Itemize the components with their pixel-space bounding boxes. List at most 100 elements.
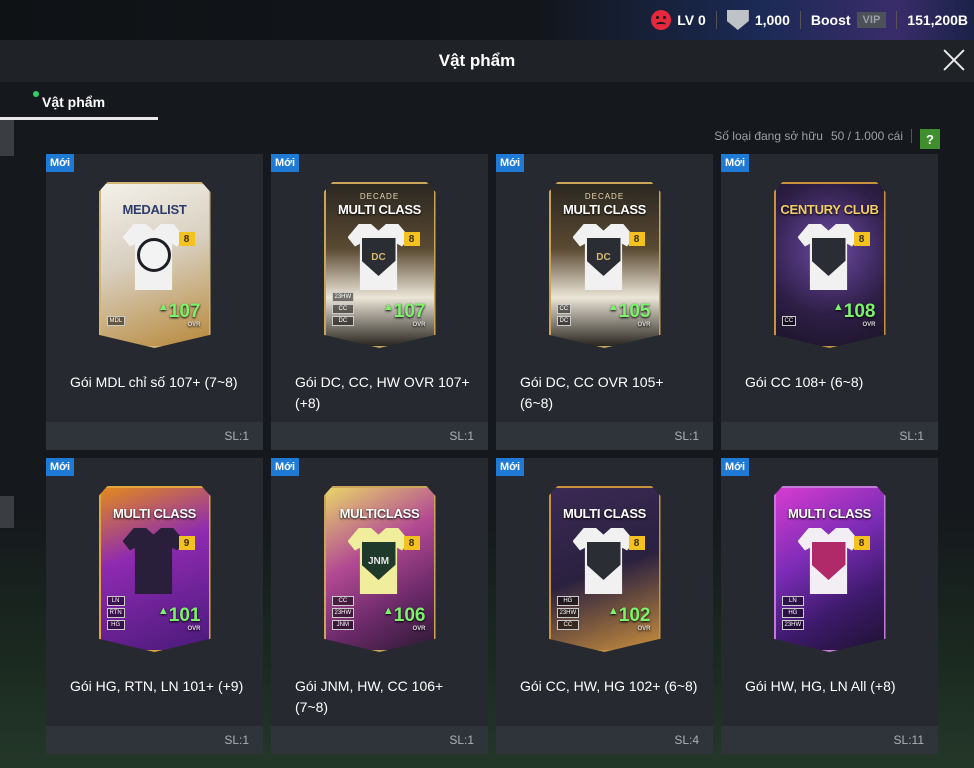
item-card[interactable]: Mới MULTI CLASS 9 LN RTN HG ▲101 OVR Gói … [46, 458, 263, 754]
divider [896, 11, 898, 29]
ovr-value: ▲107 OVR [157, 301, 201, 329]
position-tags: CC DC [556, 304, 572, 326]
pack-card-image: MEDALIST 8 MDL ▲107 OVR [98, 182, 211, 348]
position-tag: CC [556, 304, 572, 314]
page-header: Vật phẩm [0, 40, 974, 82]
shield-icon [726, 10, 749, 30]
new-badge: Mới [496, 154, 525, 172]
ovr-value: ▲107 OVR [382, 301, 426, 329]
item-name: Gói MDL chỉ số 107+ (7~8) [70, 374, 238, 390]
position-tags: HG 23HW CC [556, 596, 580, 630]
item-quantity: SL:1 [46, 422, 263, 450]
item-name: Gói DC, CC, HW OVR 107+ (+8) [295, 374, 470, 411]
new-badge: Mới [721, 154, 750, 172]
level-label: LV 0 [677, 12, 706, 28]
level-indicator[interactable]: LV 0 [651, 10, 706, 30]
card-frame: MULTICLASS JNM 8 CC 23HW JNM ▲106 OVR [323, 486, 436, 652]
side-scroll-handle[interactable] [0, 120, 14, 156]
tab-label: Vật phẩm [42, 94, 106, 110]
pack-card-image: DECADE MULTI CLASS DC 8 CC DC ▲105 OVR [548, 182, 661, 348]
divider [911, 129, 912, 143]
position-tags: CC [781, 316, 797, 326]
level-badge: 8 [628, 536, 645, 550]
ovr-value: ▲108 OVR [832, 301, 876, 329]
page-title: Vật phẩm [438, 51, 516, 70]
new-badge: Mới [721, 458, 750, 476]
position-tag: DC [331, 316, 355, 326]
new-badge: Mới [271, 458, 300, 476]
pack-card-image: CENTURY CLUB 8 CC ▲108 OVR [773, 182, 886, 348]
item-card[interactable]: Mới MULTI CLASS 8 HG 23HW CC ▲102 OVR Gói… [496, 458, 713, 754]
item-card[interactable]: Mới MULTICLASS JNM 8 CC 23HW JNM ▲106 OVR… [271, 458, 488, 754]
ovr-value: ▲106 OVR [382, 605, 426, 633]
card-subtitle: DECADE [359, 192, 400, 201]
card-title: MULTI CLASS [337, 202, 422, 217]
balance-indicator[interactable]: 151,200B [907, 12, 968, 28]
pack-card-image: MULTICLASS JNM 8 CC 23HW JNM ▲106 OVR [323, 486, 436, 652]
position-tag: HG [781, 608, 805, 618]
card-title: MULTICLASS [339, 506, 420, 521]
coins-indicator[interactable]: 1,000 [726, 10, 790, 30]
level-badge: 8 [853, 536, 870, 550]
close-button[interactable] [938, 44, 970, 76]
position-tag: HG [106, 620, 125, 630]
balance-value: 151,200B [907, 12, 968, 28]
new-badge: Mới [46, 458, 75, 476]
side-scroll-handle-lower[interactable] [0, 496, 14, 528]
item-quantity: SL:11 [721, 726, 938, 754]
boost-indicator[interactable]: Boost VIP [811, 12, 887, 28]
position-tag: CC [556, 620, 580, 630]
position-tag: CC [331, 596, 355, 606]
level-badge: 8 [628, 232, 645, 246]
card-title: MULTI CLASS [562, 506, 647, 521]
new-badge: Mới [496, 458, 525, 476]
divider [715, 11, 717, 29]
position-tags: MDL [106, 316, 126, 326]
level-badge: 8 [403, 536, 420, 550]
card-title: MULTI CLASS [787, 506, 872, 521]
club-crest-icon [136, 238, 171, 272]
position-tag: DC [556, 316, 572, 326]
pack-card-image: MULTI CLASS 8 HG 23HW CC ▲102 OVR [548, 486, 661, 652]
item-quantity: SL:1 [271, 422, 488, 450]
card-frame: MULTI CLASS 8 HG 23HW CC ▲102 OVR [548, 486, 661, 652]
item-name: Gói HG, RTN, LN 101+ (+9) [70, 678, 244, 694]
new-badge: Mới [271, 154, 300, 172]
card-frame: DECADE MULTI CLASS DC 8 CC DC ▲105 OVR [548, 182, 661, 348]
position-tag: JNM [331, 620, 355, 630]
position-tag: 23HW [331, 608, 355, 618]
tab-items[interactable]: Vật phẩm [0, 82, 158, 120]
card-frame: CENTURY CLUB 8 CC ▲108 OVR [773, 182, 886, 348]
card-title: CENTURY CLUB [780, 202, 879, 217]
sad-face-icon [651, 10, 672, 30]
position-tags: LN HG 23HW [781, 596, 805, 630]
card-frame: DECADE MULTI CLASS DC 8 23HW CC DC ▲107 O… [323, 182, 436, 348]
help-button[interactable]: ? [920, 129, 940, 149]
card-title: MULTI CLASS [562, 202, 647, 217]
position-tags: LN RTN HG [106, 596, 125, 630]
item-card[interactable]: Mới CENTURY CLUB 8 CC ▲108 OVR Gói CC 108… [721, 154, 938, 450]
item-card[interactable]: Mới DECADE MULTI CLASS DC 8 23HW CC DC ▲… [271, 154, 488, 450]
item-card[interactable]: Mới MEDALIST 8 MDL ▲107 OVR Gói MDL chỉ s… [46, 154, 263, 450]
level-badge: 9 [178, 536, 195, 550]
position-tag: 23HW [556, 608, 580, 618]
position-tags: CC 23HW JNM [331, 596, 355, 630]
level-badge: 8 [178, 232, 195, 246]
item-card[interactable]: Mới DECADE MULTI CLASS DC 8 CC DC ▲105 OV… [496, 154, 713, 450]
position-tag: LN [106, 596, 125, 606]
ownership-value: 50 / 1.000 cái [830, 129, 903, 143]
pack-card-image: MULTI CLASS 8 LN HG 23HW [773, 486, 886, 652]
position-tag: 23HW [781, 620, 805, 630]
item-card[interactable]: Mới MULTI CLASS 8 LN HG 23HW Gói HW, HG,… [721, 458, 938, 754]
new-dot-icon [33, 91, 39, 97]
card-title: MULTI CLASS [112, 506, 197, 521]
item-quantity: SL:1 [496, 422, 713, 450]
item-name: Gói DC, CC OVR 105+ (6~8) [520, 374, 664, 411]
item-grid: Mới MEDALIST 8 MDL ▲107 OVR Gói MDL chỉ s… [46, 154, 940, 754]
position-tag: MDL [106, 316, 126, 326]
tab-bar: Vật phẩm [0, 82, 974, 120]
position-tag: CC [781, 316, 797, 326]
position-tags: 23HW CC DC [331, 292, 355, 326]
item-quantity: SL:4 [496, 726, 713, 754]
level-badge: 8 [853, 232, 870, 246]
